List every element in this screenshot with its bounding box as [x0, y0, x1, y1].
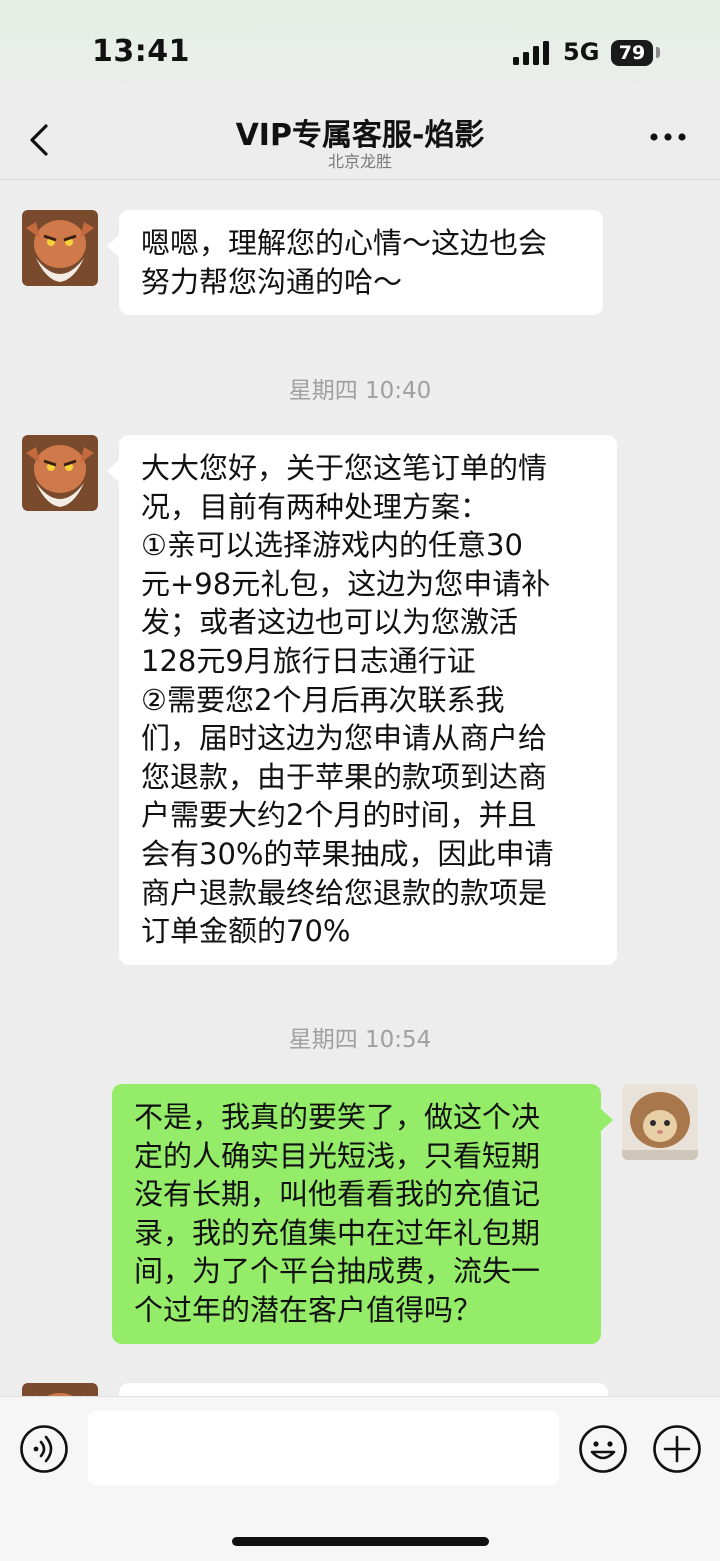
agent-avatar[interactable] — [22, 435, 98, 511]
status-bar: 13:41 5G 79 — [0, 0, 720, 100]
more-dots-icon[interactable] — [648, 130, 688, 144]
network-label: 5G — [563, 38, 600, 66]
agent-message-bubble[interactable] — [119, 1383, 608, 1396]
user-avatar[interactable] — [622, 1084, 698, 1160]
home-indicator — [232, 1537, 489, 1546]
chat-timestamp: 星期四 10:54 — [288, 1027, 432, 1053]
voice-icon[interactable] — [19, 1424, 69, 1474]
status-time: 13:41 — [92, 34, 190, 69]
emoji-icon[interactable] — [578, 1424, 628, 1474]
nav-bar: VIP专属客服-焰影 北京龙胜 — [0, 100, 720, 180]
user-message-bubble[interactable]: 不是，我真的要笑了，做这个决 定的人确实目光短浅，只看短期 没有长期，叫他看看我… — [112, 1084, 613, 1344]
agent-avatar[interactable] — [22, 1383, 98, 1396]
plus-icon[interactable] — [652, 1424, 702, 1474]
battery-icon: 79 — [611, 40, 653, 66]
chat-area[interactable]: 嗯嗯，理解您的心情～这边也会 努力帮您沟通的哈～ 星期四 10:40 大大您好，… — [0, 181, 720, 1396]
agent-message-bubble[interactable]: 嗯嗯，理解您的心情～这边也会 努力帮您沟通的哈～ — [107, 210, 603, 316]
battery-tip — [656, 47, 660, 58]
message-input[interactable] — [88, 1411, 559, 1485]
agent-avatar[interactable] — [22, 210, 98, 286]
signal-icon — [513, 41, 549, 65]
chat-timestamp: 星期四 10:40 — [288, 378, 432, 404]
chat-subtitle: 北京龙胜 — [327, 152, 392, 171]
agent-message-bubble[interactable]: 大大您好，关于您这笔订单的情 况，目前有两种处理方案： ①亲可以选择游戏内的任意… — [107, 435, 617, 965]
